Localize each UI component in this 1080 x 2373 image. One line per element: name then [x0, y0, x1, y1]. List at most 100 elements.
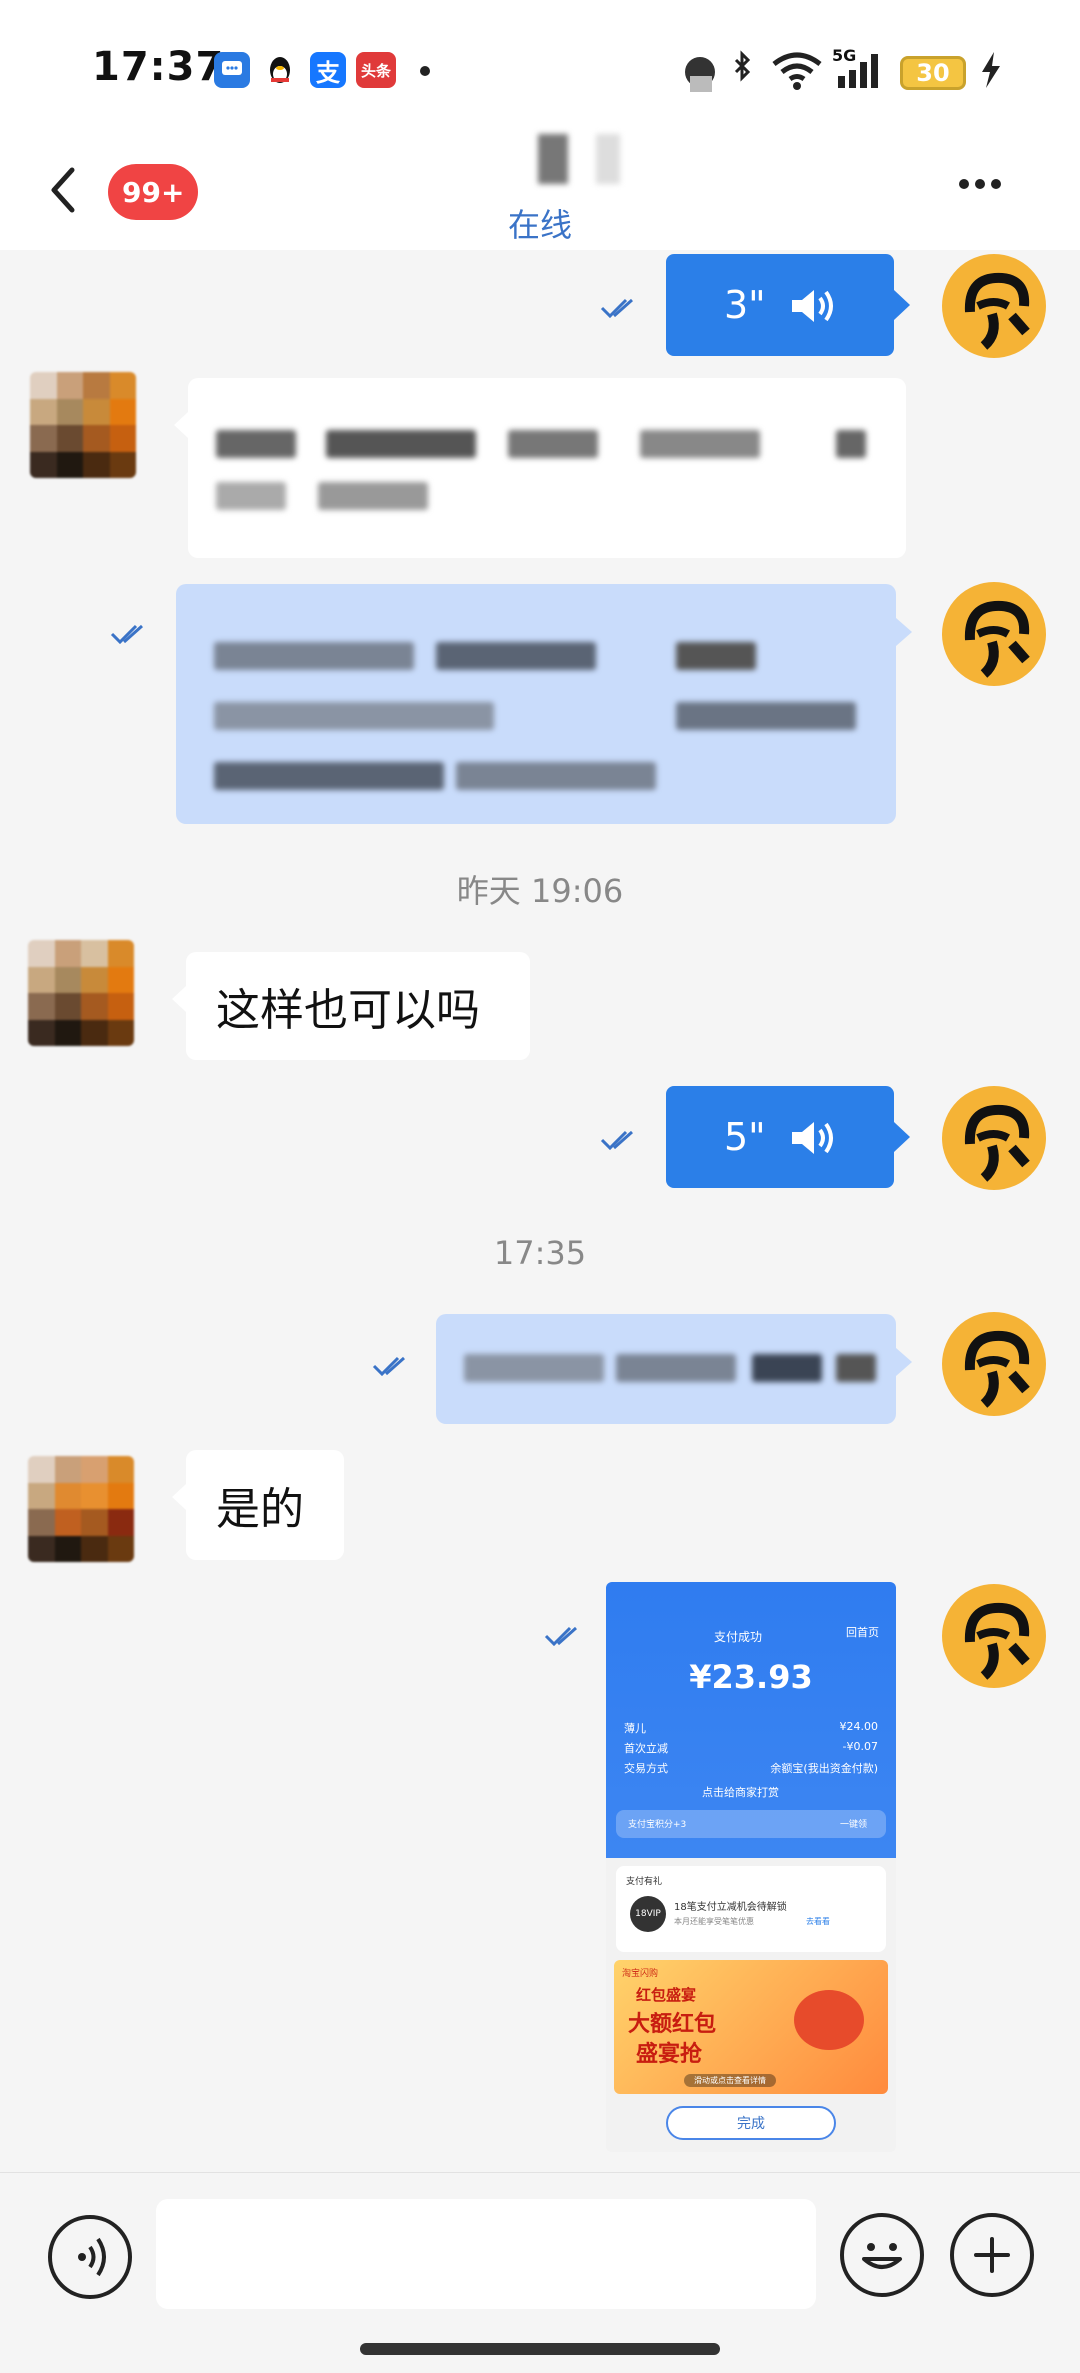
redacted-message-in[interactable]: [174, 378, 906, 558]
online-status: 在线: [507, 206, 572, 244]
ad-brand: 淘宝闪购: [622, 1969, 659, 1979]
read-receipt-icon: [600, 298, 633, 318]
vip-tag: 18VIP: [630, 1896, 666, 1932]
row-value: -¥0.07: [842, 1740, 878, 1753]
my-avatar-icon: [964, 600, 1030, 678]
speaker-icon: [792, 290, 833, 322]
wifi-icon: [772, 52, 822, 90]
payment-status: 支付成功: [714, 1630, 763, 1644]
my-avatar-icon: [964, 1602, 1030, 1680]
detail-row: 交易方式 余额宝(我出资金付款): [624, 1760, 878, 1776]
row-value: 余额宝(我出资金付款): [770, 1762, 878, 1775]
redacted-text: [436, 642, 596, 670]
redacted-text: [676, 702, 856, 730]
message-text: 这样也可以吗: [216, 985, 480, 1036]
more-notifications-dot: [420, 66, 430, 76]
timestamp: 昨天 19:06: [456, 872, 624, 910]
contact-name-redacted-2: [596, 134, 620, 184]
voice-input-button[interactable]: [48, 2215, 132, 2299]
smiley-icon: [862, 2243, 902, 2269]
message-bubble-in[interactable]: 是的: [172, 1450, 344, 1560]
toutiao-icon: 头条: [356, 52, 396, 88]
vip-action: 去看看: [806, 1917, 830, 1926]
ad-title-3: 盛宴抢: [636, 2042, 703, 2067]
more-options-icon[interactable]: [958, 178, 1002, 190]
points-row: 支付宝积分+3 一键领: [616, 1810, 886, 1838]
payment-amount: ¥23.93: [689, 1658, 813, 1696]
redacted-text: [752, 1354, 822, 1382]
voice-duration: 3": [724, 283, 766, 327]
points-action: 一键领: [840, 1820, 868, 1830]
plus-icon: [974, 2237, 1010, 2273]
status-time: 17:37: [92, 44, 225, 90]
row-label: 交易方式: [624, 1762, 668, 1775]
contact-name-redacted: [538, 134, 568, 184]
redacted-message-out[interactable]: [176, 584, 912, 824]
my-avatar-icon: [964, 1330, 1030, 1408]
my-avatar[interactable]: [942, 254, 1046, 358]
ad-title-1: 红包盛宴: [636, 1986, 697, 2004]
points-text: 支付宝积分+3: [628, 1820, 687, 1830]
alipay-icon: 支: [310, 52, 346, 88]
detail-row: 薄儿 ¥24.00: [624, 1720, 878, 1736]
row-label: 首次立减: [624, 1742, 668, 1755]
redacted-text: [214, 702, 494, 730]
message-bubble-in[interactable]: 这样也可以吗: [172, 952, 530, 1060]
home-indicator[interactable]: [360, 2343, 720, 2355]
timestamp: 17:35: [493, 1234, 587, 1272]
voice-message[interactable]: 5": [666, 1086, 910, 1188]
emoji-button[interactable]: [840, 2213, 924, 2297]
voice-duration: 5": [724, 1115, 766, 1159]
done-button: 完成: [666, 2106, 836, 2140]
vip-text: 18笔支付立减机会待解锁: [674, 1902, 787, 1913]
contact-avatar[interactable]: [30, 372, 136, 478]
screenshot-header: 支付成功 回首页 ¥23.93 薄儿 ¥24.00 首次立减 -¥0.07 交易方式…: [606, 1582, 896, 1858]
message-input[interactable]: [156, 2199, 816, 2309]
input-bar: [0, 2172, 1080, 2373]
payment-screenshot-image[interactable]: 支付成功 回首页 ¥23.93 薄儿 ¥24.00 首次立减 -¥0.07 交易方式…: [606, 1582, 896, 2152]
redacted-text: [836, 1354, 876, 1382]
home-link: 回首页: [846, 1626, 879, 1639]
redacted-text: [216, 482, 286, 510]
redacted-text: [318, 482, 428, 510]
gift-title: 支付有礼: [626, 1877, 663, 1887]
my-avatar[interactable]: [942, 1312, 1046, 1416]
redacted-text: [616, 1354, 736, 1382]
vip-subtext: 本月还能享受笔笔优惠: [674, 1917, 754, 1926]
my-avatar-icon: [964, 272, 1030, 350]
battery-indicator: 30: [900, 56, 966, 90]
read-receipt-icon: [600, 1130, 633, 1150]
my-avatar[interactable]: [942, 582, 1046, 686]
signal-icon: [838, 54, 878, 88]
red-envelope-graphic: [794, 1990, 864, 2050]
redacted-message-out[interactable]: [436, 1314, 912, 1424]
ad-title-2: 大额红包: [628, 2012, 717, 2037]
my-avatar[interactable]: [942, 1584, 1046, 1688]
more-actions-button[interactable]: [950, 2213, 1034, 2297]
redacted-text: [836, 430, 866, 458]
my-avatar-icon: [964, 1104, 1030, 1182]
redacted-text: [216, 430, 296, 458]
row-label: 薄儿: [624, 1722, 646, 1735]
voice-wave-icon: [78, 2237, 106, 2277]
redacted-text: [508, 430, 598, 458]
redacted-text: [326, 430, 476, 458]
chat-header: 99+ 在线: [0, 134, 1080, 250]
read-receipt-icon: [544, 1626, 577, 1646]
read-receipt-icon: [372, 1356, 405, 1376]
charging-icon: [982, 52, 1000, 88]
message-notification-icon: [214, 52, 250, 88]
contact-avatar[interactable]: [28, 1456, 134, 1562]
redacted-text: [464, 1354, 604, 1382]
redacted-text: [456, 762, 656, 790]
redacted-text: [214, 762, 444, 790]
read-receipt-icon: [110, 624, 143, 644]
ad-banner: 淘宝闪购 红包盛宴 大额红包 盛宴抢 滑动或点击查看详情: [614, 1960, 888, 2094]
voice-message[interactable]: 3": [666, 254, 910, 356]
row-value: ¥24.00: [839, 1720, 879, 1733]
bluetooth-icon: [734, 50, 751, 82]
contact-avatar[interactable]: [28, 940, 134, 1046]
my-avatar[interactable]: [942, 1086, 1046, 1190]
chat-screen: 17:37 支 头条 5G 30 99+ 在线 3" 昨天 19:06 这样也可…: [0, 0, 1080, 2373]
status-bar: 17:37 支 头条 5G 30: [0, 0, 1080, 140]
